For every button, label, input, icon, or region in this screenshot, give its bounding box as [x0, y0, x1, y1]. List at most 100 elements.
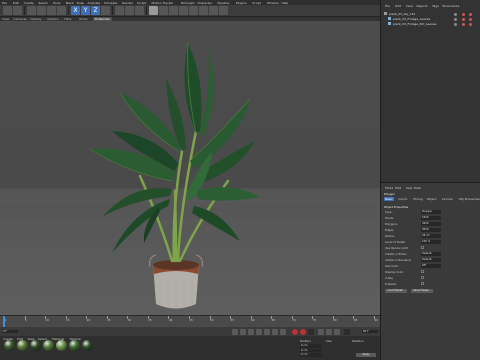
- timeline[interactable]: 0 5 10 15 20 25 30 35 40 45 50 55 60 65 70 75 80 85 90: [0, 315, 380, 327]
- object-manager-menu-objects[interactable]: Objects: [416, 4, 427, 8]
- world-coordinates-icon[interactable]: [101, 6, 110, 15]
- menu-mograph[interactable]: MoGraph: [181, 1, 195, 5]
- menu-character[interactable]: Character: [197, 1, 212, 5]
- menu-script[interactable]: Script: [252, 1, 261, 5]
- attribute-checkbox[interactable]: [421, 246, 424, 250]
- menu-create[interactable]: Create: [24, 1, 34, 5]
- move-icon[interactable]: [37, 6, 46, 15]
- object-manager-menu-tags[interactable]: Tags: [432, 4, 439, 8]
- redo-icon[interactable]: [13, 6, 22, 15]
- rotate-icon[interactable]: [57, 6, 66, 15]
- attribute-value-field[interactable]: 9540: [421, 228, 441, 232]
- attribute-value-field[interactable]: 100 %: [421, 240, 441, 244]
- object-manager-menu-edit[interactable]: Edit: [395, 4, 401, 8]
- z-axis-lock-button[interactable]: Z: [91, 6, 100, 15]
- floor-icon[interactable]: [199, 6, 208, 15]
- object-manager-menu-bookmarks[interactable]: Bookmarks: [443, 4, 460, 8]
- material-tag-icon[interactable]: [462, 18, 465, 21]
- material-tag-icon[interactable]: [469, 18, 472, 21]
- scale-track-icon[interactable]: [326, 328, 332, 335]
- attribute-tab-phong[interactable]: Phong: [412, 197, 423, 201]
- load-preset-button[interactable]: Load Preset...: [385, 289, 407, 293]
- render-to-picture-viewer-icon[interactable]: [125, 6, 134, 15]
- timeline-window-icon[interactable]: [344, 328, 350, 335]
- material-swatch[interactable]: [4, 340, 15, 351]
- visibility-dot-icon[interactable]: [454, 18, 457, 21]
- previous-key-icon[interactable]: [240, 328, 246, 335]
- attribute-value-field[interactable]: Default: [421, 252, 441, 256]
- perspective-viewport[interactable]: [0, 21, 380, 315]
- menu-render[interactable]: Render: [122, 1, 133, 5]
- undo-icon[interactable]: [3, 6, 12, 15]
- material-swatch[interactable]: [30, 340, 41, 351]
- play-icon[interactable]: [256, 328, 262, 335]
- deformer-icon[interactable]: [189, 6, 198, 15]
- keyframe-selection-icon[interactable]: [308, 328, 314, 335]
- object-manager-menu-view[interactable]: View: [406, 4, 413, 8]
- camera-icon[interactable]: [209, 6, 218, 15]
- material-swatch[interactable]: [69, 340, 80, 351]
- visibility-dot-icon[interactable]: [454, 13, 457, 16]
- material-swatch[interactable]: [56, 340, 67, 351]
- visibility-dot-icon[interactable]: [454, 23, 457, 26]
- attribute-menu-edit[interactable]: Edit: [395, 186, 401, 190]
- x-axis-lock-button[interactable]: X: [71, 6, 80, 15]
- attribute-checkbox[interactable]: [421, 276, 424, 280]
- subdivision-icon[interactable]: [169, 6, 178, 15]
- y-axis-lock-button[interactable]: Y: [81, 6, 90, 15]
- material-swatch[interactable]: [82, 340, 93, 351]
- material-swatch[interactable]: [43, 340, 54, 351]
- render-settings-icon[interactable]: [135, 6, 144, 15]
- attribute-value-field[interactable]: 5340: [421, 216, 441, 220]
- material-tag-icon[interactable]: [462, 23, 465, 26]
- coordinate-z-field[interactable]: 0 cm: [300, 353, 322, 357]
- attribute-menu-user-data[interactable]: User Data: [406, 186, 421, 190]
- end-frame-field[interactable]: 90 F: [362, 329, 378, 333]
- coordinate-x-field[interactable]: 0 cm: [300, 344, 322, 348]
- menu-mesh[interactable]: Mesh: [66, 1, 74, 5]
- pen-icon[interactable]: [159, 6, 168, 15]
- scale-icon[interactable]: [47, 6, 56, 15]
- object-row[interactable]: plant_03_Foliage_Pot_Leaves: [384, 22, 480, 27]
- next-key-icon[interactable]: [272, 328, 278, 335]
- go-to-start-icon[interactable]: [232, 328, 238, 335]
- menu-animate[interactable]: Animate: [88, 1, 101, 5]
- menu-plugins[interactable]: Plugins: [236, 1, 247, 5]
- previous-frame-icon[interactable]: [248, 328, 254, 335]
- menu-pipeline[interactable]: Pipeline: [218, 1, 230, 5]
- autokey-icon[interactable]: [300, 328, 306, 335]
- attribute-value-field[interactable]: Default: [421, 258, 441, 262]
- array-icon[interactable]: [179, 6, 188, 15]
- live-select-icon[interactable]: [27, 6, 36, 15]
- menu-select[interactable]: Select: [38, 1, 47, 5]
- menu-file[interactable]: File: [2, 1, 7, 5]
- attribute-checkbox[interactable]: [421, 282, 424, 286]
- attribute-menu-mode[interactable]: Mode: [385, 186, 393, 190]
- coordinate-y-field[interactable]: 0 cm: [300, 348, 322, 352]
- position-track-icon[interactable]: [318, 328, 324, 335]
- menu-tools[interactable]: Tools: [53, 1, 60, 5]
- attribute-tab-coord-[interactable]: Coord.: [397, 197, 409, 201]
- attribute-tab-basic[interactable]: Basic: [384, 197, 394, 201]
- attribute-tab-object[interactable]: Object: [426, 197, 438, 201]
- go-to-end-icon[interactable]: [280, 328, 286, 335]
- next-frame-icon[interactable]: [264, 328, 270, 335]
- attribute-tab-obj-properties[interactable]: Obj.Properties: [458, 197, 480, 201]
- current-frame-field[interactable]: 0 F: [2, 329, 18, 333]
- object-manager-menu-file[interactable]: File: [385, 4, 390, 8]
- render-view-icon[interactable]: [115, 6, 124, 15]
- attribute-value-field[interactable]: Polygon: [421, 210, 441, 214]
- menu-sculpt[interactable]: Sculpt: [137, 1, 146, 5]
- attribute-value-field[interactable]: Off: [421, 264, 441, 268]
- cube-icon[interactable]: [149, 6, 158, 15]
- record-active-icon[interactable]: [292, 328, 298, 335]
- light-icon[interactable]: [219, 6, 228, 15]
- menu-help[interactable]: Help: [281, 1, 288, 5]
- attribute-value-field[interactable]: 4200: [421, 222, 441, 226]
- menu-edit[interactable]: Edit: [13, 1, 19, 5]
- material-swatch[interactable]: [17, 340, 28, 351]
- menu-window[interactable]: Window: [267, 1, 279, 5]
- menu-simulate[interactable]: Simulate: [104, 1, 117, 5]
- material-tag-icon[interactable]: [469, 13, 472, 16]
- timeline-playhead[interactable]: [3, 316, 5, 327]
